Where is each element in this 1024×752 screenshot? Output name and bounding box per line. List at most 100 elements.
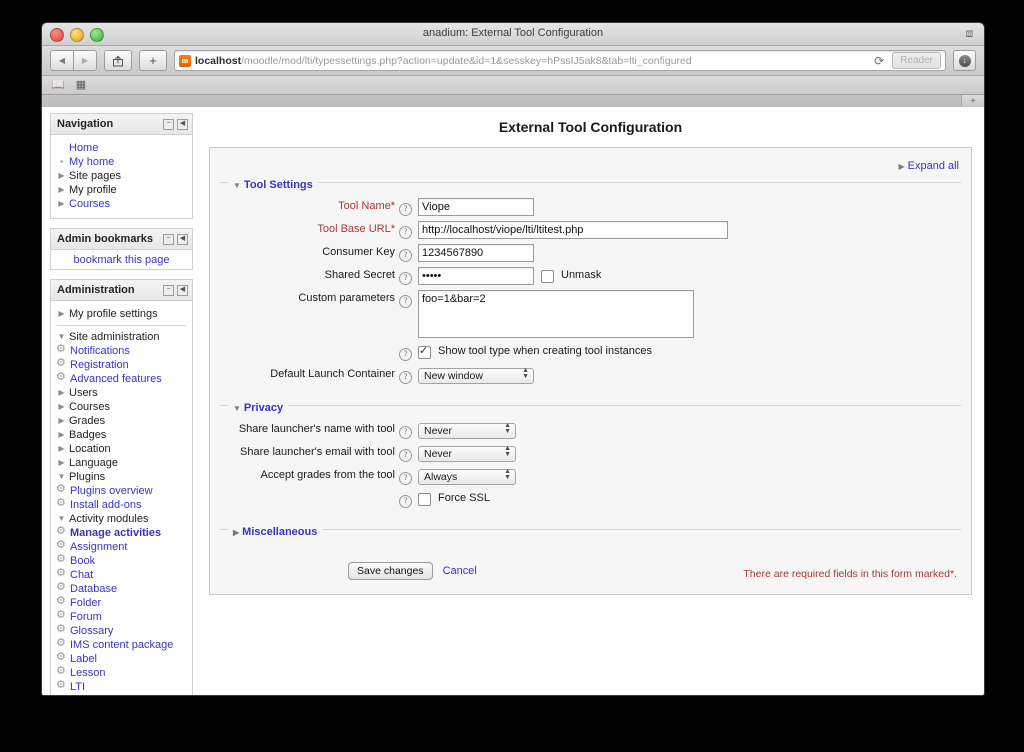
- block-admin-bookmarks-collapse-icon[interactable]: ◀: [177, 233, 188, 245]
- sidebar-item-plugins[interactable]: ▼ Plugins: [57, 470, 186, 484]
- sidebar-label-forum[interactable]: Forum: [70, 610, 102, 624]
- tool-name-input[interactable]: [418, 198, 534, 216]
- fullscreen-icon[interactable]: ⧈: [963, 27, 976, 40]
- sidebar-label-chat[interactable]: Chat: [70, 568, 93, 582]
- sidebar-item-my-profile-settings[interactable]: ▶ My profile settings: [57, 307, 186, 321]
- section-tool-settings-link[interactable]: Tool Settings: [244, 179, 313, 191]
- sidebar-link-courses[interactable]: Courses: [69, 197, 110, 211]
- sidebar-item-courses[interactable]: ▶ Courses: [57, 197, 186, 211]
- grid-icon[interactable]: ▦: [76, 79, 86, 91]
- custom-parameters-textarea[interactable]: foo=1&bar=2: [418, 290, 694, 338]
- accept-grades-select[interactable]: NeverAlwaysDelegate to teacher: [418, 469, 516, 485]
- add-bookmark-button[interactable]: +: [139, 50, 167, 71]
- sidebar-item-language[interactable]: ▶ Language: [57, 456, 186, 470]
- sidebar-item-database[interactable]: Database: [56, 580, 186, 596]
- sidebar-item-site-administration[interactable]: ▼ Site administration: [57, 330, 186, 344]
- show-tool-type-checkbox[interactable]: [418, 344, 431, 359]
- sidebar-item-chat[interactable]: Chat: [56, 566, 186, 582]
- unmask-checkbox[interactable]: [541, 270, 554, 283]
- help-icon-accept-grades[interactable]: ?: [399, 467, 412, 485]
- chevron-down-icon[interactable]: ▼: [233, 181, 241, 190]
- help-icon-tool-name[interactable]: ?: [399, 198, 412, 216]
- help-icon-share-email[interactable]: ?: [399, 444, 412, 462]
- block-admin-bookmarks-dock-icon[interactable]: −: [163, 233, 174, 245]
- expand-all-link[interactable]: Expand all: [908, 160, 959, 172]
- section-tool-settings-legend[interactable]: ▼ Tool Settings: [228, 179, 318, 191]
- sidebar-label-lesson[interactable]: Lesson: [70, 666, 105, 680]
- share-icon[interactable]: [104, 50, 132, 71]
- chevron-right-icon[interactable]: ▶: [57, 386, 66, 400]
- sidebar-item-folder[interactable]: Folder: [56, 594, 186, 610]
- block-administration-dock-icon[interactable]: −: [163, 284, 174, 296]
- sidebar-item-lesson[interactable]: Lesson: [56, 664, 186, 680]
- sidebar-item-registration[interactable]: Registration: [56, 356, 186, 372]
- sidebar-label-glossary[interactable]: Glossary: [70, 624, 113, 638]
- help-icon-show-tool-type[interactable]: ?: [399, 343, 412, 361]
- section-miscellaneous-link[interactable]: Miscellaneous: [242, 526, 317, 538]
- sidebar-label-assignment[interactable]: Assignment: [70, 540, 127, 554]
- sidebar-label-lti[interactable]: LTI: [70, 680, 85, 694]
- reader-button[interactable]: Reader: [892, 52, 941, 69]
- address-bar[interactable]: m localhost/moodle/mod/lti/typessettings…: [174, 50, 946, 71]
- sidebar-item-label[interactable]: Label: [56, 650, 186, 666]
- sidebar-label-database[interactable]: Database: [70, 582, 117, 596]
- sidebar-item-location[interactable]: ▶ Location: [57, 442, 186, 456]
- cancel-link[interactable]: Cancel: [443, 565, 477, 577]
- sidebar-link-my-home[interactable]: My home: [69, 155, 114, 169]
- chevron-right-icon[interactable]: ▶: [57, 169, 66, 183]
- chevron-right-icon[interactable]: ▶: [57, 414, 66, 428]
- sidebar-item-manage-activities[interactable]: Manage activities: [56, 524, 186, 540]
- block-navigation-collapse-icon[interactable]: ◀: [177, 118, 188, 130]
- chevron-right-icon[interactable]: ▶: [233, 528, 239, 537]
- chevron-right-icon[interactable]: ▶: [57, 400, 66, 414]
- shared-secret-input[interactable]: [418, 267, 534, 285]
- sidebar-item-users[interactable]: ▶ Users: [57, 386, 186, 400]
- sidebar-item-notifications[interactable]: Notifications: [56, 342, 186, 358]
- sidebar-label-install-add-ons[interactable]: Install add-ons: [70, 498, 142, 512]
- chevron-right-icon[interactable]: ▶: [57, 456, 66, 470]
- sidebar-item-home[interactable]: Home: [57, 141, 186, 155]
- back-button[interactable]: ◀: [50, 50, 74, 71]
- bookmark-this-page-link[interactable]: bookmark this page: [74, 254, 170, 266]
- sidebar-label-folder[interactable]: Folder: [70, 596, 101, 610]
- sidebar-item-lti[interactable]: LTI: [56, 678, 186, 694]
- tool-base-url-input[interactable]: [418, 221, 728, 239]
- block-navigation-dock-icon[interactable]: −: [163, 118, 174, 130]
- chevron-right-icon[interactable]: ▶: [57, 183, 66, 197]
- forward-button[interactable]: ▶: [74, 50, 97, 71]
- sidebar-label-plugins-overview[interactable]: Plugins overview: [70, 484, 153, 498]
- sidebar-item-badges[interactable]: ▶ Badges: [57, 428, 186, 442]
- sidebar-label-book[interactable]: Book: [70, 554, 95, 568]
- sidebar-label-manage-activities[interactable]: Manage activities: [70, 526, 161, 540]
- sidebar-item-grades[interactable]: ▶ Grades: [57, 414, 186, 428]
- sidebar-item-book[interactable]: Book: [56, 552, 186, 568]
- chevron-right-icon[interactable]: ▶: [57, 442, 66, 456]
- sidebar-label-registration[interactable]: Registration: [70, 358, 129, 372]
- force-ssl-checkbox[interactable]: [418, 493, 431, 506]
- section-privacy-legend[interactable]: ▼ Privacy: [228, 402, 289, 414]
- sidebar-item-assignment[interactable]: Assignment: [56, 538, 186, 554]
- block-administration-collapse-icon[interactable]: ◀: [177, 284, 188, 296]
- chevron-down-icon[interactable]: ▼: [233, 404, 241, 413]
- help-icon-shared-secret[interactable]: ?: [399, 267, 412, 285]
- sidebar-label-notifications[interactable]: Notifications: [70, 344, 130, 358]
- help-icon-force-ssl[interactable]: ?: [399, 490, 412, 508]
- sidebar-label-advanced-features[interactable]: Advanced features: [70, 372, 162, 386]
- sidebar-item-install-add-ons[interactable]: Install add-ons: [56, 496, 186, 512]
- sidebar-label-label[interactable]: Label: [70, 652, 97, 666]
- sidebar-item-courses[interactable]: ▶ Courses: [57, 400, 186, 414]
- share-name-select[interactable]: NeverAlwaysDelegate to teacher: [418, 423, 516, 439]
- default-launch-container-select[interactable]: DefaultEmbedEmbed, without blocksNew win…: [418, 368, 534, 384]
- downloads-button[interactable]: ↓: [953, 50, 976, 71]
- sidebar-item-glossary[interactable]: Glossary: [56, 622, 186, 638]
- chevron-right-icon[interactable]: ▶: [57, 197, 66, 211]
- sidebar-label-ims-content-package[interactable]: IMS content package: [70, 638, 173, 652]
- help-icon-custom-parameters[interactable]: ?: [399, 290, 412, 308]
- help-icon-default-launch-container[interactable]: ?: [399, 366, 412, 384]
- share-email-select[interactable]: NeverAlwaysDelegate to teacher: [418, 446, 516, 462]
- sidebar-item-advanced-features[interactable]: Advanced features: [56, 370, 186, 386]
- sidebar-item-forum[interactable]: Forum: [56, 608, 186, 624]
- book-icon[interactable]: 📖: [51, 79, 65, 91]
- sidebar-item-ims-content-package[interactable]: IMS content package: [56, 636, 186, 652]
- sidebar-item-plugins-overview[interactable]: Plugins overview: [56, 482, 186, 498]
